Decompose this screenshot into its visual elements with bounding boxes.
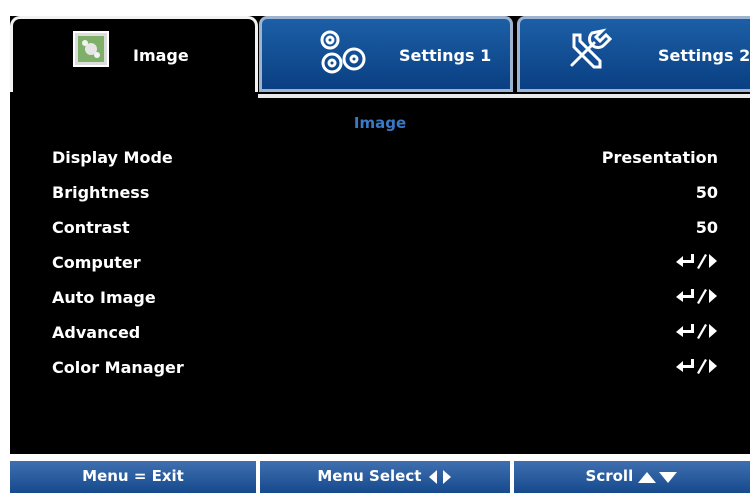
menu-item-value: 50 [695, 218, 718, 237]
menu-item-contrast[interactable]: Contrast 50 [52, 216, 718, 251]
menu-item-label: Color Manager [52, 358, 184, 377]
menu-item-label: Advanced [52, 323, 141, 342]
menu-item-brightness[interactable]: Brightness 50 [52, 181, 718, 216]
hint-bar: Menu = Exit Menu Select Scroll [10, 461, 750, 493]
menu-item-label: Brightness [52, 183, 150, 202]
tab-image[interactable]: Image [10, 16, 258, 92]
menu-item-label: Contrast [52, 218, 130, 237]
left-right-arrows-icon [428, 469, 451, 484]
tab-settings-2[interactable]: Settings 2 [517, 16, 750, 92]
section-title: Image [353, 114, 407, 132]
enter-right-icon [676, 254, 717, 269]
menu-item-color-manager[interactable]: Color Manager [52, 356, 718, 391]
tab-label: Image [133, 46, 189, 65]
menu-list: Display Mode Presentation Brightness 50 … [52, 146, 718, 391]
osd-menu-screen: Image Settings 1 Settings 2 Image Displa… [10, 16, 750, 454]
menu-item-display-mode[interactable]: Display Mode Presentation [52, 146, 718, 181]
hint-label: Scroll [585, 467, 634, 485]
image-icon [73, 31, 109, 67]
gears-icon [320, 30, 366, 74]
enter-right-icon [676, 324, 717, 339]
hint-menu-exit: Menu = Exit [10, 461, 256, 493]
hint-menu-select: Menu Select [260, 461, 510, 493]
tab-label: Settings 2 [658, 46, 750, 65]
tab-settings-1[interactable]: Settings 1 [259, 16, 513, 92]
menu-item-auto-image[interactable]: Auto Image [52, 286, 718, 321]
menu-item-value: 50 [695, 183, 718, 202]
menu-item-computer[interactable]: Computer [52, 251, 718, 286]
menu-item-advanced[interactable]: Advanced [52, 321, 718, 356]
hint-label: Menu Select [317, 467, 422, 485]
tab-divider [258, 94, 750, 98]
menu-item-label: Auto Image [52, 288, 156, 307]
enter-right-icon [676, 289, 717, 304]
tools-icon [570, 28, 613, 69]
menu-item-label: Display Mode [52, 148, 173, 167]
hint-label: Menu = Exit [82, 467, 184, 485]
menu-item-value: Presentation [601, 148, 718, 167]
menu-item-label: Computer [52, 253, 141, 272]
tab-label: Settings 1 [399, 46, 492, 65]
enter-right-icon [676, 359, 717, 374]
up-down-arrows-icon [638, 471, 678, 483]
hint-scroll: Scroll [514, 461, 750, 493]
